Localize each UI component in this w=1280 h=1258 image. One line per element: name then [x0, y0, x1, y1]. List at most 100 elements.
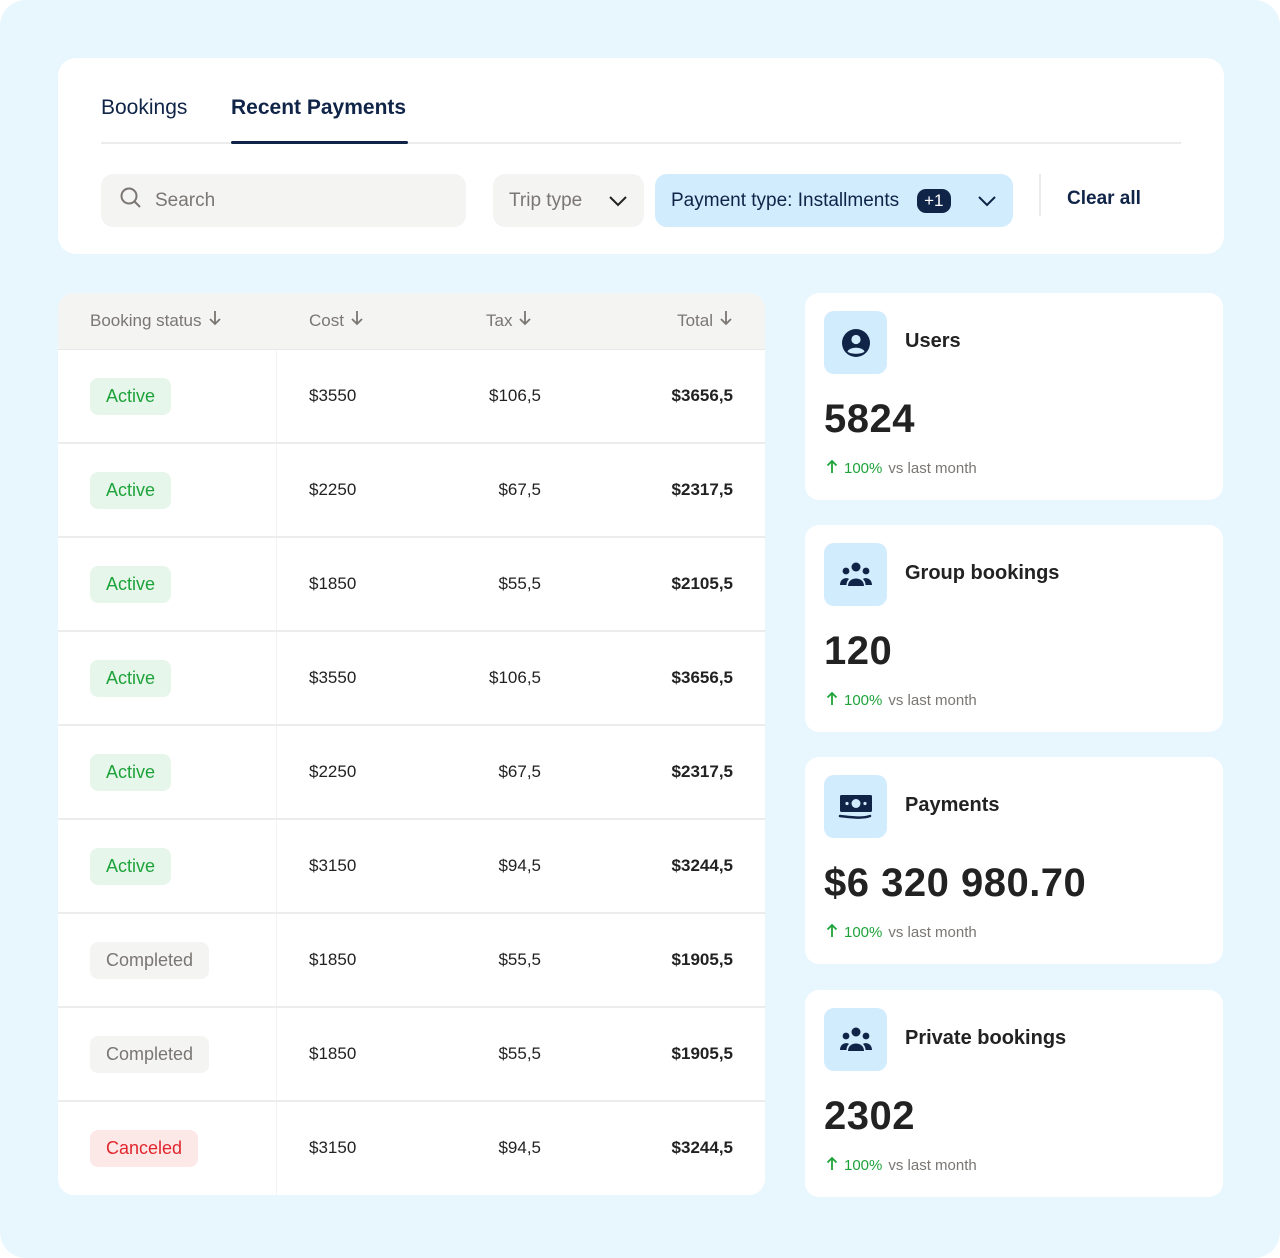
stat-card-private-bookings: Private bookings 2302 100% vs last month: [805, 990, 1223, 1197]
cost-cell: $3550: [309, 668, 357, 687]
tax-cell: $106,5: [489, 668, 541, 687]
clear-all-button[interactable]: Clear all: [1067, 188, 1141, 210]
table-row[interactable]: Canceled $3150 $94,5 $3244,5: [58, 1102, 765, 1195]
change-label: vs last month: [888, 1157, 977, 1174]
change-label: vs last month: [888, 692, 977, 709]
tab-bookings[interactable]: Bookings: [101, 96, 187, 142]
change-percent: 100%: [844, 1157, 883, 1174]
stat-change: 100% vs last month: [826, 459, 977, 478]
change-label: vs last month: [888, 924, 977, 941]
status-badge: Active: [90, 378, 172, 415]
total-cell: $2105,5: [671, 574, 733, 593]
stat-value: 120: [824, 629, 893, 673]
total-cell: $3656,5: [671, 668, 733, 687]
sort-arrow-icon: [208, 310, 222, 331]
cost-cell: $3550: [309, 386, 357, 405]
table-row[interactable]: Active $3550 $106,5 $3656,5: [58, 632, 765, 726]
change-label: vs last month: [888, 460, 977, 477]
status-badge: Active: [90, 566, 172, 603]
column-header-booking-status[interactable]: Booking status: [90, 310, 222, 331]
status-badge: Active: [90, 472, 172, 509]
cost-cell: $1850: [309, 1044, 357, 1063]
cost-cell: $3150: [309, 1138, 357, 1157]
cost-cell: $3150: [309, 856, 357, 875]
trip-type-label: Trip type: [509, 189, 583, 211]
total-cell: $1905,5: [671, 950, 733, 969]
payment-type-label: Payment type: Installments: [671, 189, 900, 211]
tax-cell: $55,5: [498, 1044, 541, 1063]
search-input[interactable]: [155, 189, 455, 212]
total-cell: $3244,5: [671, 1138, 733, 1157]
trip-type-dropdown[interactable]: Trip type: [493, 174, 644, 227]
divider: [1039, 174, 1041, 216]
status-badge: Completed: [90, 1036, 210, 1073]
table-header: Booking status Cost Tax Total: [58, 293, 765, 350]
total-cell: $2317,5: [671, 762, 733, 781]
group-icon: [824, 543, 887, 606]
total-cell: $1905,5: [671, 1044, 733, 1063]
header-label: Cost: [309, 310, 344, 330]
extra-filter-count-badge: +1: [917, 188, 951, 213]
table-row[interactable]: Active $3550 $106,5 $3656,5: [58, 350, 765, 444]
total-cell: $2317,5: [671, 480, 733, 499]
tab-bar: Bookings Recent Payments: [101, 58, 1181, 144]
table-row[interactable]: Active $1850 $55,5 $2105,5: [58, 538, 765, 632]
stat-change: 100% vs last month: [826, 923, 977, 942]
money-icon: [824, 775, 887, 838]
tax-cell: $55,5: [498, 950, 541, 969]
cost-cell: $2250: [309, 762, 357, 781]
table-row[interactable]: Active $2250 $67,5 $2317,5: [58, 444, 765, 538]
cost-cell: $1850: [309, 950, 357, 969]
tax-cell: $94,5: [498, 1138, 541, 1157]
change-percent: 100%: [844, 460, 883, 477]
arrow-up-icon: [826, 1156, 838, 1175]
change-percent: 100%: [844, 692, 883, 709]
search-icon: [119, 186, 143, 215]
chevron-down-icon: [608, 195, 628, 207]
page-frame: Bookings Recent Payments Trip type Payme…: [0, 0, 1280, 1258]
tax-cell: $55,5: [498, 574, 541, 593]
table-row[interactable]: Active $3150 $94,5 $3244,5: [58, 820, 765, 914]
cost-cell: $2250: [309, 480, 357, 499]
total-cell: $3244,5: [671, 856, 733, 875]
payments-table: Booking status Cost Tax Total Active $355…: [58, 293, 765, 1195]
arrow-up-icon: [826, 923, 838, 942]
status-badge: Active: [90, 754, 172, 791]
table-row[interactable]: Completed $1850 $55,5 $1905,5: [58, 1008, 765, 1102]
tax-cell: $67,5: [498, 762, 541, 781]
sort-arrow-icon: [518, 310, 532, 331]
search-box[interactable]: [101, 174, 466, 227]
sort-arrow-icon: [350, 310, 364, 331]
user-circle-icon: [824, 311, 887, 374]
arrow-up-icon: [826, 459, 838, 478]
tax-cell: $94,5: [498, 856, 541, 875]
stat-card-users: Users 5824 100% vs last month: [805, 293, 1223, 500]
stat-title: Private bookings: [905, 1027, 1067, 1049]
stat-title: Users: [905, 330, 961, 352]
status-badge: Active: [90, 660, 172, 697]
tab-recent-payments[interactable]: Recent Payments: [231, 96, 409, 144]
status-badge: Active: [90, 848, 172, 885]
tax-cell: $106,5: [489, 386, 541, 405]
chevron-down-icon: [977, 195, 997, 207]
column-header-total[interactable]: Total: [677, 310, 733, 331]
status-badge: Canceled: [90, 1130, 199, 1167]
stat-change: 100% vs last month: [826, 1156, 977, 1175]
stat-title: Payments: [905, 794, 1000, 816]
cost-cell: $1850: [309, 574, 357, 593]
stat-title: Group bookings: [905, 562, 1060, 584]
stat-card-payments: Payments $6 320 980.70 100% vs last month: [805, 757, 1223, 964]
stat-card-group-bookings: Group bookings 120 100% vs last month: [805, 525, 1223, 732]
table-row[interactable]: Active $2250 $67,5 $2317,5: [58, 726, 765, 820]
stat-value: $6 320 980.70: [824, 861, 1087, 905]
table-row[interactable]: Completed $1850 $55,5 $1905,5: [58, 914, 765, 1008]
column-header-cost[interactable]: Cost: [309, 310, 364, 331]
status-badge: Completed: [90, 942, 210, 979]
arrow-up-icon: [826, 691, 838, 710]
payment-type-dropdown[interactable]: Payment type: Installments +1: [655, 174, 1013, 227]
column-header-tax[interactable]: Tax: [486, 310, 532, 331]
total-cell: $3656,5: [671, 386, 733, 405]
group-icon: [824, 1008, 887, 1071]
change-percent: 100%: [844, 924, 883, 941]
header-label: Tax: [486, 310, 513, 330]
